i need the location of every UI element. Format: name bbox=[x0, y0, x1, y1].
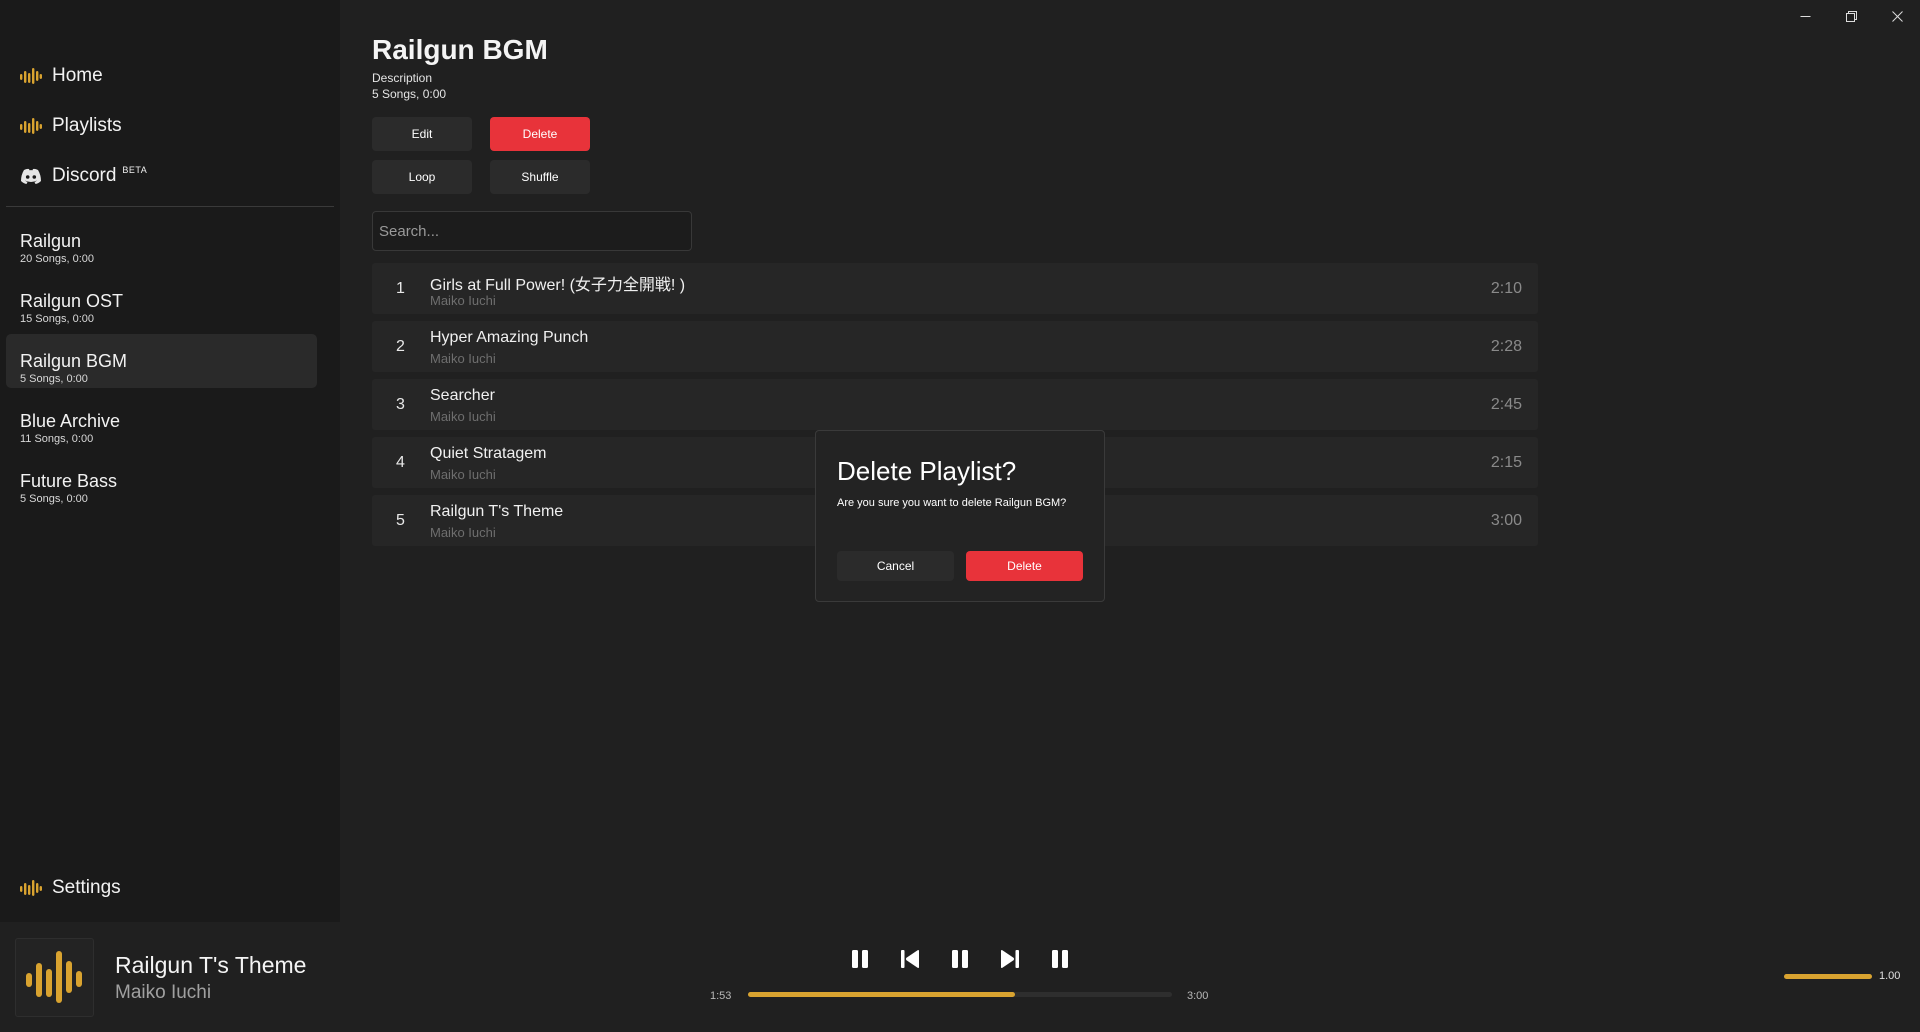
nav-label: Settings bbox=[52, 877, 121, 898]
progress-bar[interactable] bbox=[748, 992, 1172, 997]
delete-playlist-dialog: Delete Playlist? Are you sure you want t… bbox=[815, 430, 1105, 602]
now-playing-title: Railgun T's Theme bbox=[115, 952, 307, 978]
song-number: 4 bbox=[396, 454, 405, 471]
song-title: Hyper Amazing Punch bbox=[430, 329, 589, 346]
pause-icon[interactable] bbox=[1045, 944, 1075, 974]
edit-button[interactable]: Edit bbox=[372, 117, 472, 151]
sidebar-divider bbox=[6, 206, 334, 207]
skip-next-icon[interactable] bbox=[995, 944, 1025, 974]
page-title: Railgun BGM bbox=[372, 34, 548, 65]
elapsed-time: 1:53 bbox=[710, 990, 732, 1002]
loop-button[interactable]: Loop bbox=[372, 160, 472, 194]
sidebar-playlist-railgun-ost[interactable]: Railgun OST 15 Songs, 0:00 bbox=[6, 281, 317, 335]
song-row[interactable]: 3 Searcher Maiko Iuchi 2:45 bbox=[372, 379, 1538, 430]
song-number: 3 bbox=[396, 396, 405, 413]
song-duration: 2:45 bbox=[1490, 396, 1522, 413]
playlist-name: Blue Archive bbox=[20, 411, 121, 431]
sidebar-playlist-railgun-bgm[interactable]: Railgun BGM 5 Songs, 0:00 bbox=[6, 334, 317, 388]
song-duration: 2:10 bbox=[1490, 280, 1522, 297]
playlist-name: Railgun bbox=[20, 231, 82, 251]
song-number: 2 bbox=[396, 338, 405, 355]
playlist-meta: 20 Songs, 0:00 bbox=[20, 253, 95, 265]
song-number: 5 bbox=[396, 512, 405, 529]
song-artist: Maiko Iuchi bbox=[430, 525, 496, 540]
playlist-name: Future Bass bbox=[20, 471, 118, 491]
cancel-button[interactable]: Cancel bbox=[837, 551, 954, 581]
pause-icon[interactable] bbox=[945, 944, 975, 974]
waveform-icon bbox=[20, 115, 42, 137]
total-time: 3:00 bbox=[1187, 990, 1209, 1002]
playlist-meta: 11 Songs, 0:00 bbox=[20, 433, 94, 445]
sidebar-playlist-blue-archive[interactable]: Blue Archive 11 Songs, 0:00 bbox=[6, 401, 317, 455]
waveform-icon bbox=[20, 877, 42, 899]
playlist-view: Railgun BGM Description 5 Songs, 0:00 Ed… bbox=[340, 0, 1920, 922]
waveform-icon bbox=[20, 65, 42, 87]
song-number: 1 bbox=[396, 280, 405, 297]
nav-home[interactable]: Home bbox=[20, 61, 103, 91]
beta-badge: BETA bbox=[122, 165, 148, 175]
song-artist: Maiko Iuchi bbox=[430, 293, 496, 308]
playlist-name: Railgun BGM bbox=[20, 351, 128, 371]
volume-value: 1.00 bbox=[1879, 970, 1901, 982]
confirm-delete-button[interactable]: Delete bbox=[966, 551, 1083, 581]
playlist-meta: 5 Songs, 0:00 bbox=[372, 87, 447, 101]
nav-discord[interactable]: Discord BETA bbox=[20, 161, 147, 191]
sidebar: Home Playlists Discord BETA Railgun 20 S… bbox=[0, 0, 340, 922]
album-art bbox=[15, 938, 94, 1017]
delete-button[interactable]: Delete bbox=[490, 117, 590, 151]
song-artist: Maiko Iuchi bbox=[430, 467, 496, 482]
song-artist: Maiko Iuchi bbox=[430, 351, 496, 366]
discord-icon bbox=[20, 165, 42, 187]
playlist-meta: 5 Songs, 0:00 bbox=[20, 493, 88, 505]
dialog-message: Are you sure you want to delete Railgun … bbox=[837, 497, 1067, 509]
song-row[interactable]: 1 Girls at Full Power! (女子力全開戦! ) Maiko … bbox=[372, 263, 1538, 314]
pause-icon[interactable] bbox=[845, 944, 875, 974]
player-bar: Railgun T's Theme Maiko Iuchi 1:53 3:00 … bbox=[0, 922, 1920, 1032]
song-duration: 2:15 bbox=[1490, 454, 1522, 471]
playlist-name: Railgun OST bbox=[20, 291, 124, 311]
song-artist: Maiko Iuchi bbox=[430, 409, 496, 424]
song-title: Girls at Full Power! (女子力全開戦! ) bbox=[430, 277, 686, 294]
playlist-description: Description bbox=[372, 71, 433, 85]
progress-fill bbox=[748, 992, 1016, 997]
song-duration: 3:00 bbox=[1490, 512, 1522, 529]
nav-label: Discord bbox=[52, 165, 117, 186]
playlist-meta: 5 Songs, 0:00 bbox=[20, 373, 88, 385]
song-title: Searcher bbox=[430, 387, 495, 404]
waveform-icon bbox=[25, 950, 82, 1003]
song-title: Railgun T's Theme bbox=[430, 503, 564, 520]
sidebar-playlist-future-bass[interactable]: Future Bass 5 Songs, 0:00 bbox=[6, 461, 317, 515]
song-row[interactable]: 2 Hyper Amazing Punch Maiko Iuchi 2:28 bbox=[372, 321, 1538, 372]
volume-fill bbox=[1784, 974, 1872, 979]
nav-settings[interactable]: Settings bbox=[20, 873, 121, 903]
shuffle-button[interactable]: Shuffle bbox=[490, 160, 590, 194]
skip-previous-icon[interactable] bbox=[895, 944, 925, 974]
volume-slider[interactable] bbox=[1784, 974, 1872, 979]
sidebar-playlist-railgun[interactable]: Railgun 20 Songs, 0:00 bbox=[6, 221, 317, 275]
song-duration: 2:28 bbox=[1490, 338, 1522, 355]
now-playing-artist: Maiko Iuchi bbox=[115, 982, 212, 1003]
search-input[interactable] bbox=[372, 211, 692, 251]
dialog-title: Delete Playlist? bbox=[837, 456, 1017, 486]
nav-playlists[interactable]: Playlists bbox=[20, 111, 122, 141]
playlist-meta: 15 Songs, 0:00 bbox=[20, 313, 95, 325]
nav-label: Home bbox=[52, 65, 103, 86]
song-title: Quiet Stratagem bbox=[430, 445, 547, 462]
nav-label: Playlists bbox=[52, 115, 122, 136]
